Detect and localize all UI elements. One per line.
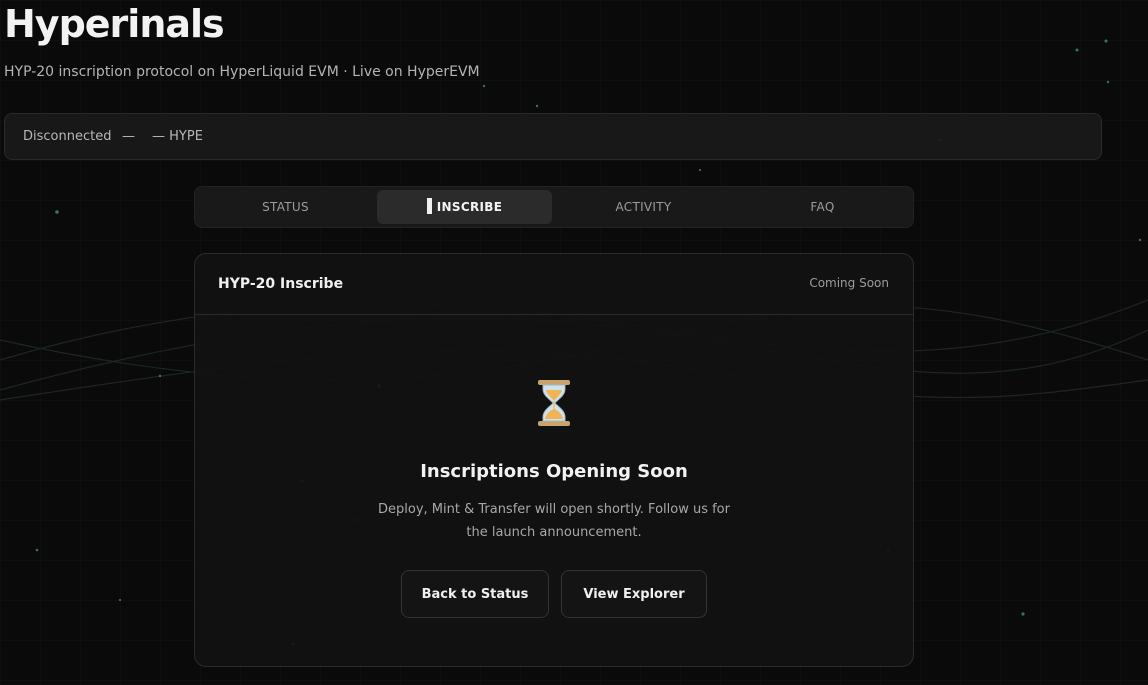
wallet-address: — xyxy=(122,129,135,144)
panel-header: HYP-20 Inscribe Coming Soon xyxy=(195,254,913,315)
panel-heading: Inscriptions Opening Soon xyxy=(420,461,688,482)
hourglass-icon xyxy=(538,380,570,426)
inscribe-panel: HYP-20 Inscribe Coming Soon Inscriptions… xyxy=(194,253,914,667)
tab-faq-label: FAQ xyxy=(810,200,835,214)
view-explorer-button[interactable]: View Explorer xyxy=(561,570,707,618)
active-tab-marker xyxy=(426,198,432,214)
tab-bar: STATUS INSCRIBE ACTIVITY FAQ xyxy=(194,186,914,228)
wallet-bar: Disconnected — — HYPE xyxy=(4,113,1102,160)
app-title: Hyperinals xyxy=(4,2,225,46)
tab-activity-label: ACTIVITY xyxy=(615,200,672,214)
tab-status[interactable]: STATUS xyxy=(198,190,373,224)
panel-title: HYP-20 Inscribe xyxy=(218,276,344,292)
panel-description: Deploy, Mint & Transfer will open shortl… xyxy=(378,502,730,540)
wallet-balance: — HYPE xyxy=(152,129,203,144)
tab-activity[interactable]: ACTIVITY xyxy=(556,190,731,224)
back-to-status-button[interactable]: Back to Status xyxy=(401,570,549,618)
coming-soon-badge: Coming Soon xyxy=(809,276,889,290)
tab-inscribe-label: INSCRIBE xyxy=(436,200,503,214)
tab-faq[interactable]: FAQ xyxy=(735,190,910,224)
tab-status-label: STATUS xyxy=(262,200,309,214)
tab-inscribe[interactable]: INSCRIBE xyxy=(377,190,552,224)
wallet-status: Disconnected xyxy=(23,129,112,144)
app-subtitle: HYP-20 inscription protocol on HyperLiqu… xyxy=(4,64,480,80)
